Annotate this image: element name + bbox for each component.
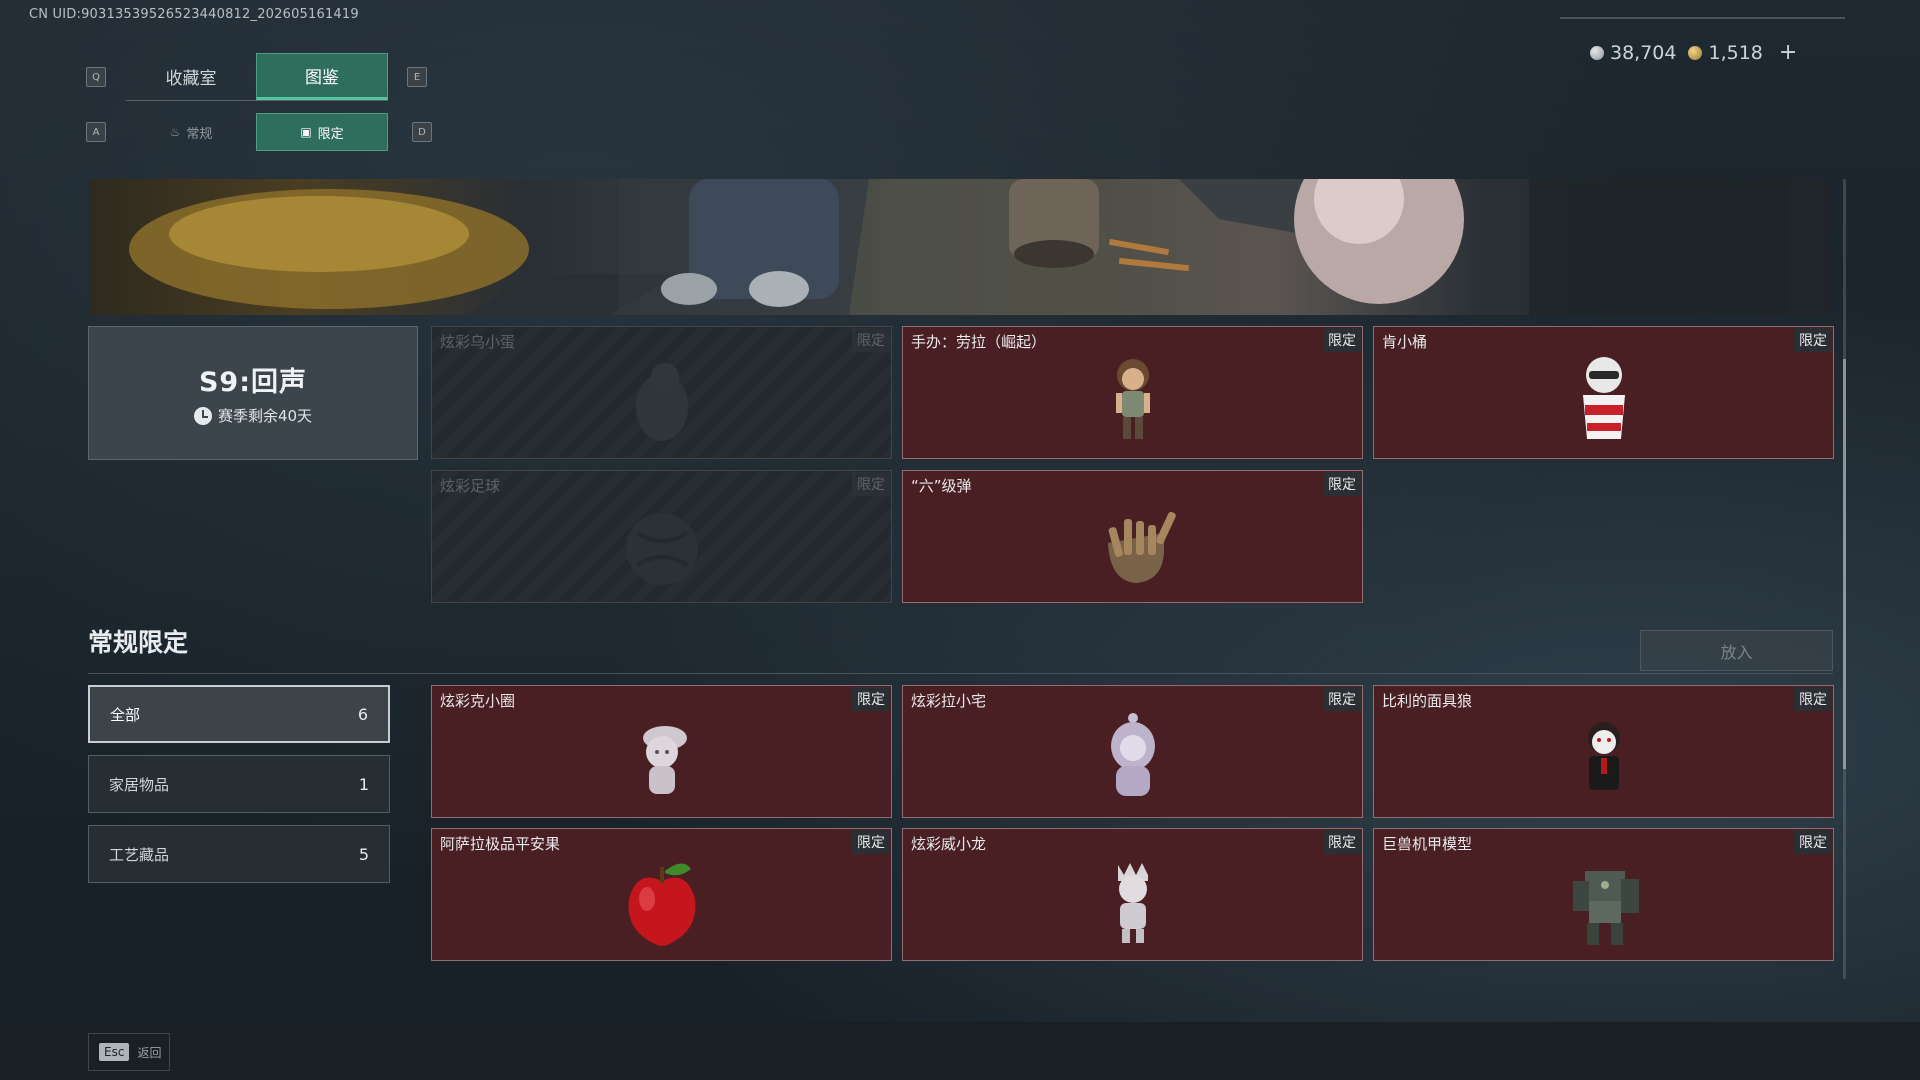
clock-icon xyxy=(193,406,212,425)
banner-scene xyxy=(129,179,1789,315)
card-name: 比利的面具狼 xyxy=(1382,692,1473,710)
next-subtab-key[interactable]: D xyxy=(412,122,432,142)
football-silhouette xyxy=(625,513,698,585)
limited-tag: 限定 xyxy=(852,687,890,711)
flame-icon: ♨ xyxy=(169,125,181,139)
season-card-lara-figure[interactable]: 手办：劳拉（崛起） 限定 xyxy=(902,326,1363,459)
item-card-colorful-house[interactable]: 炫彩拉小宅 限定 xyxy=(902,685,1363,818)
subtab-limited-label: 限定 xyxy=(317,126,344,142)
filter-craft-items[interactable]: 工艺藏品 5 xyxy=(88,825,390,883)
card-name: “六”级弹 xyxy=(911,477,972,495)
season-remaining: 赛季剩余40天 xyxy=(193,405,313,426)
season-banner-image xyxy=(89,179,1832,315)
limited-tag: 限定 xyxy=(1323,830,1361,854)
filter-label: 全部 xyxy=(110,705,141,724)
filter-count: 5 xyxy=(358,844,369,864)
filter-all[interactable]: 全部 6 xyxy=(88,685,390,743)
filter-label: 工艺藏品 xyxy=(109,845,170,864)
item-card-asala-apple[interactable]: 阿萨拉极品平安果 限定 xyxy=(431,828,892,961)
put-in-button[interactable]: 放入 xyxy=(1640,630,1833,671)
season-card-six-bullet[interactable]: “六”级弹 限定 xyxy=(902,470,1363,603)
card-name: 巨兽机甲模型 xyxy=(1382,835,1473,853)
card-name: 手办：劳拉（崛起） xyxy=(911,333,1047,351)
dragon-figure-image xyxy=(1117,863,1148,943)
egg-figure-silhouette xyxy=(635,363,688,441)
ring-figure-image xyxy=(642,726,687,794)
red-apple-image xyxy=(628,863,695,946)
season-card-bucket[interactable]: 肯小桶 限定 xyxy=(1373,326,1834,459)
season-card-colorful-egg[interactable]: 炫彩乌小蛋 限定 xyxy=(431,326,892,459)
gold-amount: 1,518 xyxy=(1708,41,1763,64)
filter-count: 6 xyxy=(357,704,368,724)
scrollbar-thumb[interactable] xyxy=(1843,359,1846,769)
add-currency-button[interactable]: + xyxy=(1779,40,1797,65)
subtab-limited[interactable]: ▣ 限定 xyxy=(256,113,388,151)
season-name: S9:回声 xyxy=(198,367,308,398)
card-name: 阿萨拉极品平安果 xyxy=(440,835,561,853)
gold-coin-icon xyxy=(1688,46,1703,60)
hooded-figure-image xyxy=(1110,713,1155,796)
currency-bar: 38,704 1,518 + xyxy=(1590,40,1797,65)
limited-tag: 限定 xyxy=(852,328,890,352)
limited-tag: 限定 xyxy=(852,472,890,496)
season-card-colorful-football[interactable]: 炫彩足球 限定 xyxy=(431,470,892,603)
limited-tag: 限定 xyxy=(1323,328,1361,352)
prev-subtab-key[interactable]: A xyxy=(86,122,106,142)
limited-tag: 限定 xyxy=(1323,472,1361,496)
limited-tag: 限定 xyxy=(1323,687,1361,711)
season-remaining-text: 赛季剩余40天 xyxy=(217,407,313,425)
item-card-billy-mask-wolf[interactable]: 比利的面具狼 限定 xyxy=(1373,685,1834,818)
subtab-regular[interactable]: ♨ 常规 xyxy=(126,113,256,151)
card-name: 炫彩乌小蛋 xyxy=(440,333,516,351)
prev-tab-key[interactable]: Q xyxy=(86,67,106,87)
esc-key: Esc xyxy=(99,1043,130,1061)
gold-currency: 1,518 xyxy=(1688,41,1763,64)
uid-text: CN UID:9031353952652344081​2_20260516141… xyxy=(29,7,359,22)
card-name: 炫彩足球 xyxy=(440,477,501,495)
limited-tag: 限定 xyxy=(1794,687,1832,711)
silver-amount: 38,704 xyxy=(1610,41,1677,64)
card-name: 炫彩拉小宅 xyxy=(911,692,987,710)
filter-home-items[interactable]: 家居物品 1 xyxy=(88,755,390,813)
mecha-model-image xyxy=(1572,871,1639,945)
back-button[interactable]: Esc 返回 xyxy=(88,1033,170,1071)
section-title: 常规限定 xyxy=(88,628,189,657)
item-card-colorful-dragon[interactable]: 炫彩威小龙 限定 xyxy=(902,828,1363,961)
section-divider xyxy=(88,673,1833,674)
back-label: 返回 xyxy=(137,1045,162,1060)
card-name: 炫彩威小龙 xyxy=(911,835,987,853)
bucket-figure-image xyxy=(1582,357,1625,439)
silver-currency: 38,704 xyxy=(1590,42,1676,64)
subtab-regular-label: 常规 xyxy=(186,126,213,142)
bullet-hand-image xyxy=(1107,511,1176,583)
silver-coin-icon xyxy=(1590,46,1604,60)
card-name: 炫彩克小圈 xyxy=(440,692,516,710)
billy-puppet-image xyxy=(1587,722,1620,790)
image-icon: ▣ xyxy=(300,125,312,139)
scrollbar[interactable] xyxy=(1843,179,1846,979)
item-card-mecha-model[interactable]: 巨兽机甲模型 限定 xyxy=(1373,828,1834,961)
filter-label: 家居物品 xyxy=(109,775,170,794)
card-name: 肯小桶 xyxy=(1382,333,1428,351)
tab-collection-room[interactable]: 收藏室 xyxy=(126,53,256,100)
sub-tabs: ♨ 常规 ▣ 限定 xyxy=(126,113,388,151)
season-info-panel: S9:回声 赛季剩余40天 xyxy=(88,326,418,460)
top-deco-line xyxy=(1560,17,1845,19)
main-tabs: 收藏室 图鉴 xyxy=(126,53,388,101)
filter-count: 1 xyxy=(358,774,369,794)
limited-tag: 限定 xyxy=(1794,830,1832,854)
limited-tag: 限定 xyxy=(1794,328,1832,352)
lara-figure-image xyxy=(1115,359,1150,439)
item-card-colorful-ring[interactable]: 炫彩克小圈 限定 xyxy=(431,685,892,818)
bottom-bar xyxy=(0,1022,1920,1080)
next-tab-key[interactable]: E xyxy=(407,67,427,87)
limited-tag: 限定 xyxy=(852,830,890,854)
tab-catalog[interactable]: 图鉴 xyxy=(256,53,388,100)
